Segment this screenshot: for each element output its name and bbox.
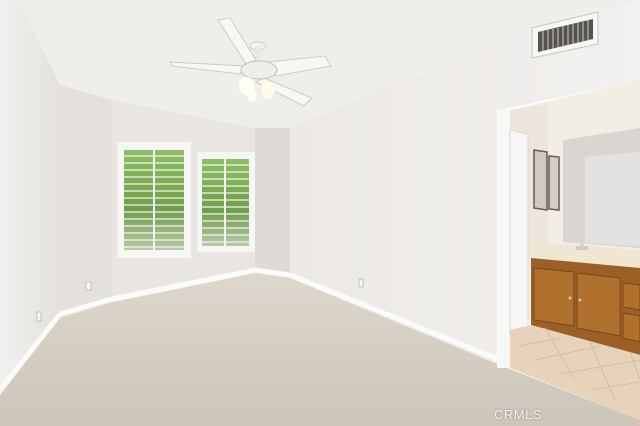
wall-outlet bbox=[358, 278, 364, 288]
wall-outlet bbox=[36, 311, 42, 322]
back-wall-right bbox=[255, 128, 290, 278]
empty-bedroom-photo bbox=[0, 0, 640, 426]
door-frame bbox=[497, 110, 510, 368]
window-right bbox=[197, 152, 255, 252]
wall-outlet bbox=[85, 281, 92, 291]
window-left bbox=[117, 142, 191, 258]
watermark: CRMLS bbox=[494, 407, 543, 422]
photo-scene: CRMLS bbox=[0, 0, 640, 426]
bathroom-door bbox=[509, 129, 529, 336]
